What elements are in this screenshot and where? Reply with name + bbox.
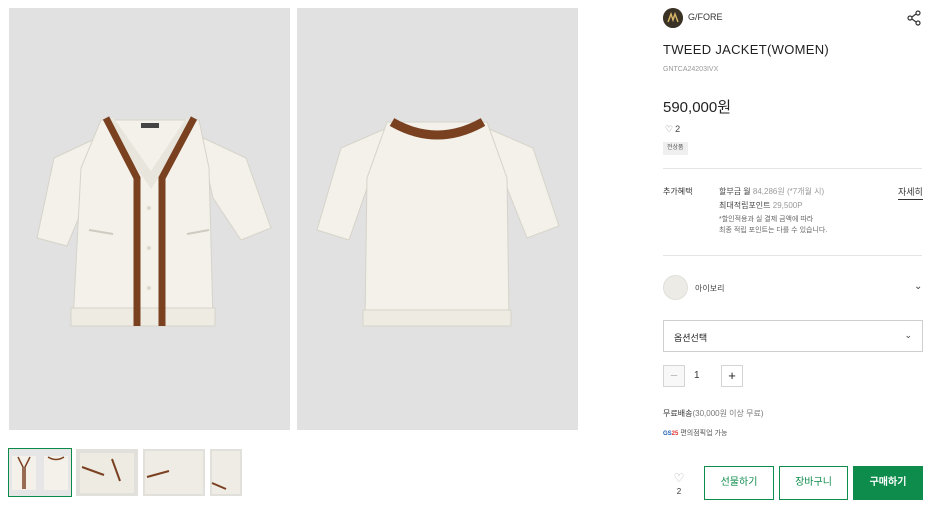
color-option-row[interactable]: 아이보리 ⌄ bbox=[663, 275, 923, 301]
points-label: 최대적립포인트 bbox=[719, 201, 773, 210]
brand-logo-icon[interactable] bbox=[663, 8, 683, 28]
heart-icon: ♡ bbox=[665, 124, 674, 134]
thumbnail-2[interactable] bbox=[76, 449, 138, 496]
product-image-back[interactable] bbox=[297, 8, 578, 430]
share-icon[interactable] bbox=[906, 10, 922, 26]
detail-link[interactable]: 자세히 bbox=[898, 185, 923, 200]
divider bbox=[663, 255, 922, 256]
like-count: ♡ 2 bbox=[665, 124, 680, 135]
gs25-logo-icon: GS25 bbox=[663, 431, 678, 437]
color-label: 아이보리 bbox=[695, 284, 725, 293]
installment-amount: 84,286원 (*7개월 시) bbox=[752, 187, 825, 196]
shipping-text: 무료배송 bbox=[663, 409, 693, 418]
product-tag: 전상품 bbox=[663, 142, 688, 155]
gs25-logo-text: GS bbox=[663, 431, 672, 437]
wishlist-button[interactable]: ♡ 2 bbox=[666, 471, 692, 499]
color-swatch[interactable] bbox=[663, 275, 688, 300]
option-select-label: 옵션선택 bbox=[674, 333, 708, 343]
points-note-line1: *할인적용과 실 결제 금액에 따라 bbox=[719, 216, 814, 223]
gs25-logo-number: 25 bbox=[671, 431, 679, 437]
heart-icon: ♡ bbox=[673, 471, 685, 485]
gift-button[interactable]: 선물하기 bbox=[704, 466, 774, 500]
chevron-down-icon[interactable]: ⌄ bbox=[914, 281, 922, 292]
thumbnail-4[interactable] bbox=[210, 449, 242, 496]
quantity-increase-button[interactable]: + bbox=[721, 365, 743, 387]
product-image-front[interactable] bbox=[9, 8, 290, 430]
gs25-text: 편의점픽업 가능 bbox=[680, 430, 728, 437]
brand-row: G/FORE bbox=[663, 8, 923, 28]
divider bbox=[663, 168, 922, 169]
chevron-down-icon: ⌄ bbox=[904, 330, 912, 340]
add-to-cart-button[interactable]: 장바구니 bbox=[779, 466, 848, 500]
thumbnail-1[interactable] bbox=[8, 448, 72, 497]
wishlist-count: 2 bbox=[676, 487, 682, 496]
thumbnail-3[interactable] bbox=[143, 449, 205, 496]
product-code: GNTCA24203IVX bbox=[663, 66, 719, 73]
gs25-pickup: GS25 편의점픽업 가능 bbox=[663, 428, 727, 438]
installment-info: 할부금 월 84,286원 (*7개월 시) bbox=[719, 186, 824, 197]
quantity-decrease-button[interactable]: − bbox=[663, 365, 685, 387]
points-info: 최대적립포인트 29,500P bbox=[719, 200, 803, 211]
option-select[interactable]: 옵션선택 ⌄ bbox=[663, 320, 923, 352]
like-count-value: 2 bbox=[675, 124, 681, 134]
benefit-label: 추가혜택 bbox=[663, 187, 693, 196]
shipping-info: 무료배송(30,000원 이상 무료) bbox=[663, 408, 764, 419]
points-note-line2: 최종 적립 포인트는 다를 수 있습니다. bbox=[719, 227, 828, 234]
installment-label: 할부금 월 bbox=[719, 187, 753, 196]
buy-now-button[interactable]: 구매하기 bbox=[853, 466, 923, 500]
product-title: TWEED JACKET(WOMEN) bbox=[663, 42, 830, 57]
brand-name[interactable]: G/FORE bbox=[688, 12, 723, 22]
quantity-value[interactable]: 1 bbox=[694, 370, 700, 381]
product-price: 590,000원 bbox=[663, 99, 732, 116]
points-value: 29,500P bbox=[772, 201, 803, 210]
shipping-condition: (30,000원 이상 무료) bbox=[692, 409, 764, 418]
